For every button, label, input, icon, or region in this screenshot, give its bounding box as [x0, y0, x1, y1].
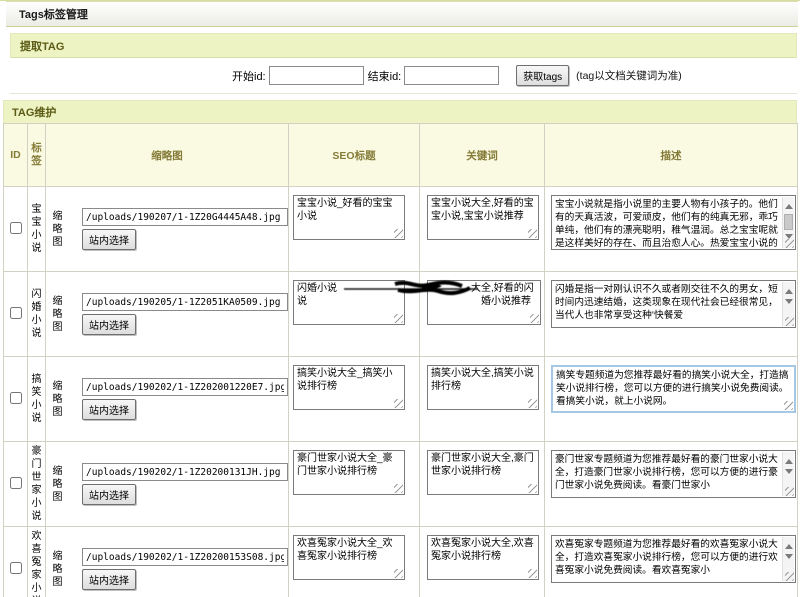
- tags-note: (tag以文档关键词为准): [576, 68, 682, 83]
- col-header-desc: 描述: [545, 124, 798, 187]
- scroll-down-icon[interactable]: [785, 299, 793, 308]
- description-textarea-focused[interactable]: 搞笑专题频道为您推荐最好看的搞笑小说大全，打造搞笑小说排行榜，您可以方便的进行搞…: [551, 365, 796, 413]
- site-select-button[interactable]: 站内选择: [82, 399, 136, 420]
- row-checkbox[interactable]: [10, 307, 22, 319]
- page-title-bar: Tags标签管理: [6, 1, 798, 27]
- scroll-up-icon[interactable]: [785, 455, 793, 464]
- description-textarea[interactable]: 宝宝小说就是指小说里的主要人物有小孩子的。他们有的天真活波，可爱顽皮，他们有的纯…: [551, 195, 796, 250]
- resize-handle[interactable]: [394, 399, 403, 408]
- thumb-path-input[interactable]: [82, 208, 288, 226]
- scrollbar-thumb[interactable]: [784, 214, 793, 230]
- keywords-textarea[interactable]: 搞笑小说大全,搞笑小说排行榜: [427, 365, 539, 410]
- site-select-button[interactable]: 站内选择: [82, 569, 136, 590]
- description-textarea[interactable]: 闪婚是指一对刚认识不久或者刚交往不久的男女，短时间内迅速结婚，这类现象在现代社会…: [551, 280, 796, 328]
- description-textarea[interactable]: 豪门世家专题频道为您推荐最好看的豪门世家小说大全，打造豪门世家小说排行榜，您可以…: [551, 450, 796, 498]
- scroll-up-icon[interactable]: [785, 285, 793, 294]
- table-row: 欢喜冤家小说 缩略图 站内选择 欢喜冤家小说大全_欢喜冤家小说排行榜 欢喜冤家小…: [4, 527, 798, 597]
- page: Tags标签管理 提取TAG 开始id: 结束id: 获取tags (tag以文…: [0, 0, 800, 597]
- col-header-thumb: 缩略图: [46, 124, 289, 187]
- tag-maintain-header: TAG维护: [3, 100, 797, 124]
- end-id-label: 结束id:: [368, 68, 402, 84]
- resize-handle[interactable]: [528, 399, 537, 408]
- table-row: 豪门世家小说 缩略图 站内选择 豪门世家小说大全_豪门世家小说排行榜 豪门世家小…: [4, 442, 798, 527]
- seo-title-textarea[interactable]: 搞笑小说大全_搞笑小说排行榜: [293, 365, 405, 410]
- extract-tag-header: 提取TAG: [10, 33, 797, 58]
- keywords-textarea[interactable]: 豪门世家小说大全,豪门世家小说排行榜: [427, 450, 539, 495]
- resize-handle[interactable]: [394, 314, 403, 323]
- row-checkbox[interactable]: [10, 222, 22, 234]
- resize-handle[interactable]: [528, 229, 537, 238]
- resize-handle[interactable]: [394, 229, 403, 238]
- resize-handle[interactable]: [528, 569, 537, 578]
- extract-tag-form: 开始id: 结束id: 获取tags (tag以文档关键词为准): [10, 58, 797, 94]
- row-checkbox[interactable]: [10, 477, 22, 489]
- tag-label: 欢喜冤家小说: [31, 530, 42, 597]
- tags-table: ID 标签 缩略图 SEO标题 关键词 描述 宝宝小说 缩略图 站内选择: [3, 123, 798, 597]
- col-header-seo: SEO标题: [289, 124, 420, 187]
- thumb-path-input[interactable]: [82, 378, 288, 396]
- resize-handle[interactable]: [784, 401, 793, 410]
- thumb-cell-label: 缩略图: [52, 550, 63, 589]
- thumb-cell-label: 缩略图: [52, 295, 63, 334]
- tag-label: 豪门世家小说: [31, 445, 42, 523]
- seo-title-textarea[interactable]: 豪门世家小说大全_豪门世家小说排行榜: [293, 450, 405, 495]
- thumb-path-input[interactable]: [82, 463, 288, 481]
- col-header-keywords: 关键词: [420, 124, 545, 187]
- scroll-up-icon[interactable]: [785, 200, 793, 209]
- thumb-path-input[interactable]: [82, 293, 288, 311]
- resize-handle[interactable]: [785, 572, 794, 581]
- table-header-row: ID 标签 缩略图 SEO标题 关键词 描述: [4, 124, 798, 187]
- row-checkbox[interactable]: [10, 392, 22, 404]
- keywords-textarea[interactable]: 欢喜冤家小说大全,欢喜冤家小说排行榜: [427, 535, 539, 580]
- thumb-path-input[interactable]: [82, 548, 288, 566]
- end-id-input[interactable]: [404, 66, 499, 85]
- row-checkbox[interactable]: [10, 562, 22, 574]
- site-select-button[interactable]: 站内选择: [82, 314, 136, 335]
- keywords-textarea[interactable]: 宝宝小说大全,好看的宝宝小说,宝宝小说推荐: [427, 195, 539, 240]
- tag-label: 搞笑小说: [31, 373, 42, 425]
- resize-handle[interactable]: [785, 317, 794, 326]
- tag-label: 闪婚小说: [31, 288, 42, 340]
- table-row: 宝宝小说 缩略图 站内选择 宝宝小说_好看的宝宝小说 宝宝小说大全,好看的宝宝小…: [4, 187, 798, 272]
- scroll-down-icon[interactable]: [785, 469, 793, 478]
- resize-handle[interactable]: [528, 484, 537, 493]
- resize-handle[interactable]: [394, 569, 403, 578]
- start-id-input[interactable]: [269, 66, 364, 85]
- site-select-button[interactable]: 站内选择: [82, 229, 136, 250]
- scroll-up-icon[interactable]: [785, 540, 793, 549]
- col-header-label: 标签: [28, 124, 46, 187]
- site-select-button[interactable]: 站内选择: [82, 484, 136, 505]
- extract-tag-heading: 提取TAG: [20, 38, 64, 54]
- thumb-cell-label: 缩略图: [52, 210, 63, 249]
- get-tags-button[interactable]: 获取tags: [516, 65, 569, 86]
- description-textarea[interactable]: 欢喜冤家专题频道为您推荐最好看的欢喜冤家小说大全，打造欢喜冤家小说排行榜，您可以…: [551, 535, 796, 583]
- redaction-scribble: [338, 278, 483, 298]
- resize-handle[interactable]: [530, 314, 539, 323]
- tag-label: 宝宝小说: [31, 203, 42, 255]
- extract-tag-panel: 提取TAG 开始id: 结束id: 获取tags (tag以文档关键词为准): [10, 33, 797, 94]
- scroll-down-icon[interactable]: [785, 554, 793, 563]
- resize-handle[interactable]: [785, 239, 794, 248]
- seo-title-textarea[interactable]: 欢喜冤家小说大全_欢喜冤家小说排行榜: [293, 535, 405, 580]
- seo-title-textarea[interactable]: 宝宝小说_好看的宝宝小说: [293, 195, 405, 240]
- page-title: Tags标签管理: [19, 6, 88, 22]
- col-header-id: ID: [4, 124, 28, 187]
- resize-handle[interactable]: [394, 484, 403, 493]
- start-id-label: 开始id:: [232, 68, 266, 84]
- thumb-cell-label: 缩略图: [52, 380, 63, 419]
- tag-maintain-heading: TAG维护: [12, 104, 56, 120]
- table-row: 搞笑小说 缩略图 站内选择 搞笑小说大全_搞笑小说排行榜 搞笑小说大全,搞笑小说…: [4, 357, 798, 442]
- resize-handle[interactable]: [785, 487, 794, 496]
- thumb-cell-label: 缩略图: [52, 465, 63, 504]
